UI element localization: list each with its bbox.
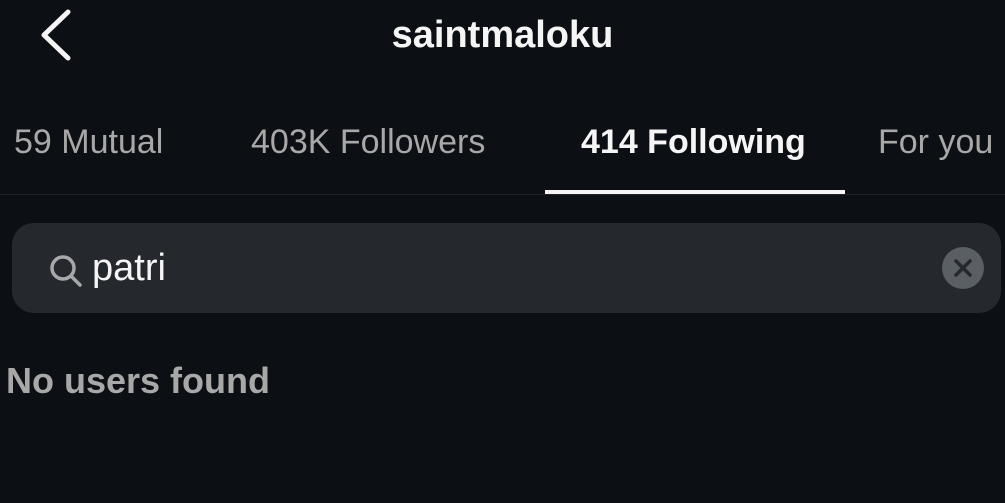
search-icon: [50, 255, 82, 287]
clear-search-button[interactable]: [942, 247, 984, 289]
tab-for-you[interactable]: For you: [878, 120, 993, 170]
empty-state-message: No users found: [6, 360, 271, 401]
divider: [0, 194, 1005, 195]
tab-bar: 59 Mutual 403K Followers 414 Following F…: [0, 100, 1005, 195]
following-screen: saintmaloku 59 Mutual 403K Followers 414…: [0, 0, 1005, 503]
tab-mutual[interactable]: 59 Mutual: [14, 120, 163, 170]
close-icon: [954, 259, 972, 277]
search-bar: [12, 223, 1001, 313]
header: saintmaloku: [0, 0, 1005, 80]
tab-following[interactable]: 414 Following: [581, 120, 806, 170]
tab-followers[interactable]: 403K Followers: [251, 120, 485, 170]
search-input[interactable]: [92, 239, 922, 297]
page-title: saintmaloku: [391, 14, 614, 56]
